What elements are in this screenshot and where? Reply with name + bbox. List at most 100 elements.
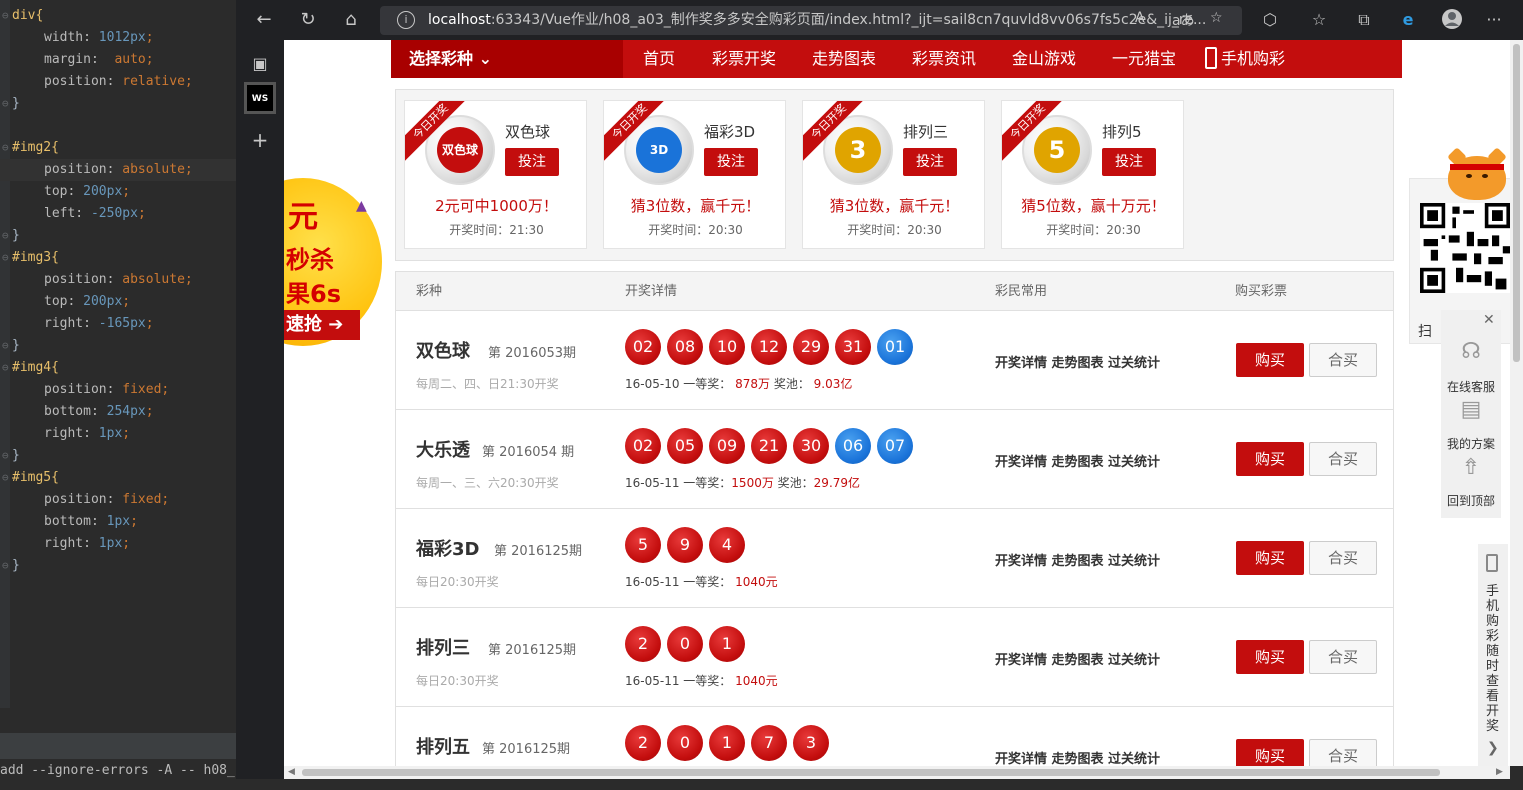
nav-item-home[interactable]: 首页 [643, 40, 675, 78]
code-line[interactable]: position: fixed; [0, 379, 236, 401]
joint-buy-button[interactable]: 合买 [1309, 541, 1377, 575]
code-editor[interactable]: ⊖ div{width: 1012px; margin: auto; position… [0, 0, 236, 790]
fold-icon[interactable]: ⊖ [2, 335, 9, 357]
code-line[interactable]: right: 1px; [0, 533, 236, 555]
code-line[interactable]: position: absolute; [0, 159, 236, 181]
lottery-card[interactable]: 3D 今日开奖 福彩3D 投注 猜3位数，赢千元！ 开奖时间：20:30 [603, 100, 786, 249]
code-line[interactable]: ⊖} [0, 555, 236, 577]
quick-links[interactable]: 开奖详情 走势图表 过关统计 [995, 451, 1160, 470]
collections-icon[interactable]: ⧉ [1352, 8, 1376, 32]
nav-item-news[interactable]: 彩票资讯 [912, 40, 976, 78]
fold-icon[interactable]: ⊖ [2, 93, 9, 115]
bet-button[interactable]: 投注 [1102, 148, 1156, 176]
address-bar[interactable]: localhost:63343/Vue作业/h08_a03_制作奖多多安全购彩页… [380, 6, 1242, 35]
buy-button[interactable]: 购买 [1236, 343, 1304, 377]
scroll-right-icon[interactable]: ▶ [1496, 766, 1503, 779]
code-line[interactable]: position: absolute; [0, 269, 236, 291]
fold-icon[interactable]: ⊖ [2, 137, 9, 159]
code-line[interactable]: position: fixed; [0, 489, 236, 511]
code-line[interactable]: ⊖ #img3{ [0, 247, 236, 269]
fold-icon[interactable]: ⊖ [2, 357, 9, 379]
service-back-to-top[interactable]: 回到顶部 [1441, 492, 1501, 509]
joint-buy-button[interactable]: 合买 [1309, 442, 1377, 476]
horizontal-scroll-thumb[interactable] [302, 769, 1440, 776]
quick-links[interactable]: 开奖详情 走势图表 过关统计 [995, 550, 1160, 569]
lottery-card[interactable]: 5 今日开奖 排列5 投注 猜5位数，赢十万元！ 开奖时间：20:30 [1001, 100, 1184, 249]
fold-icon[interactable]: ⊖ [2, 247, 9, 269]
webstorm-tab-icon[interactable]: WS [244, 82, 276, 114]
profile-icon[interactable] [1440, 8, 1464, 32]
quick-links[interactable]: 开奖详情 走势图表 过关统计 [995, 352, 1160, 371]
fold-icon[interactable]: ⊖ [2, 5, 9, 27]
promo-cta[interactable]: 速抢 ➔ [284, 310, 360, 340]
horizontal-scrollbar[interactable]: ◀ ▶ [284, 766, 1510, 779]
fold-icon[interactable]: ⊖ [2, 445, 9, 467]
new-tab-icon[interactable]: + [246, 126, 274, 154]
vertical-scroll-thumb[interactable] [1513, 44, 1520, 362]
home-icon[interactable]: ⌂ [337, 6, 365, 34]
quick-links[interactable]: 开奖详情 走势图表 过关统计 [995, 748, 1160, 766]
code-line[interactable]: width: 1012px; [0, 27, 236, 49]
code-line[interactable]: position: relative; [0, 71, 236, 93]
nav-item-trends[interactable]: 走势图表 [812, 40, 876, 78]
site-info-icon[interactable]: i [397, 11, 415, 29]
joint-buy-button[interactable]: 合买 [1309, 343, 1377, 377]
joint-buy-button[interactable]: 合买 [1309, 739, 1377, 766]
code-line[interactable]: ⊖ #img2{ [0, 137, 236, 159]
buy-button[interactable]: 购买 [1236, 640, 1304, 674]
back-icon[interactable]: ← [250, 6, 278, 34]
favorite-add-icon[interactable]: ☆ [1210, 10, 1223, 26]
bet-button[interactable]: 投注 [903, 148, 957, 176]
code-line[interactable]: ⊖ #img4{ [0, 357, 236, 379]
code-line[interactable]: bottom: 254px; [0, 401, 236, 423]
code-line[interactable]: margin: auto; [0, 49, 236, 71]
terminal-line[interactable]: add --ignore-errors -A -- h08_ [0, 759, 236, 790]
bet-button[interactable]: 投注 [505, 148, 559, 176]
code-line[interactable]: top: 200px; [0, 181, 236, 203]
code-line[interactable]: ⊖ #img5{ [0, 467, 236, 489]
nav-item-mobile[interactable]: 手机购彩 [1205, 40, 1285, 78]
favorites-icon[interactable]: ☆ [1307, 8, 1331, 32]
code-line[interactable]: right: 1px; [0, 423, 236, 445]
fold-icon[interactable]: ⊖ [2, 555, 9, 577]
buy-button[interactable]: 购买 [1236, 739, 1304, 766]
extensions-icon[interactable]: ⬡ [1258, 8, 1282, 32]
read-aloud-icon[interactable]: A [1135, 10, 1145, 26]
quick-links[interactable]: 开奖详情 走势图表 过关统计 [995, 649, 1160, 668]
more-menu-icon[interactable]: ··· [1482, 8, 1506, 32]
buy-button[interactable]: 购买 [1236, 442, 1304, 476]
service-online[interactable]: 在线客服 [1441, 378, 1501, 395]
nav-item-games[interactable]: 金山游戏 [1012, 40, 1076, 78]
nav-item-draws[interactable]: 彩票开奖 [712, 40, 776, 78]
edge-icon[interactable]: e [1396, 8, 1420, 32]
nav-item-treasure[interactable]: 一元猎宝 [1112, 40, 1176, 78]
tabs-icon[interactable]: ▣ [246, 50, 274, 78]
lottery-card[interactable]: 3 今日开奖 排列三 投注 猜3位数，赢千元！ 开奖时间：20:30 [802, 100, 985, 249]
vertical-scrollbar[interactable] [1510, 40, 1523, 766]
code-line[interactable]: bottom: 1px; [0, 511, 236, 533]
code-line[interactable] [0, 115, 236, 137]
code-line[interactable]: ⊖} [0, 445, 236, 467]
code-line[interactable]: left: -250px; [0, 203, 236, 225]
code-line[interactable]: ⊖} [0, 93, 236, 115]
joint-buy-button[interactable]: 合买 [1309, 640, 1377, 674]
code-line[interactable]: right: -165px; [0, 313, 236, 335]
promo-ad-left[interactable]: 元 秒杀 果6s 速抢 ➔ ▲ [284, 178, 382, 346]
mobile-lottery-tab[interactable]: 手机购彩随时查看开奖 ❯ [1478, 544, 1508, 766]
translate-icon[interactable]: aあ [1172, 10, 1195, 30]
code-line[interactable]: top: 200px; [0, 291, 236, 313]
lottery-card[interactable]: 双色球 今日开奖 双色球 投注 2元可中1000万！ 开奖时间：21:30 [404, 100, 587, 249]
close-icon[interactable]: ✕ [1483, 312, 1495, 328]
bet-button[interactable]: 投注 [704, 148, 758, 176]
code-line[interactable]: ⊖} [0, 335, 236, 357]
refresh-icon[interactable]: ↻ [294, 6, 322, 34]
lottery-select[interactable]: 选择彩种 ⌄ [391, 40, 623, 78]
fold-icon[interactable]: ⊖ [2, 467, 9, 489]
lottery-card-name: 福彩3D [704, 123, 756, 141]
code-line[interactable]: ⊖ div{ [0, 5, 236, 27]
fold-icon[interactable]: ⊖ [2, 225, 9, 247]
scroll-left-icon[interactable]: ◀ [288, 766, 295, 779]
service-my-plans[interactable]: 我的方案 [1441, 435, 1501, 452]
buy-button[interactable]: 购买 [1236, 541, 1304, 575]
code-line[interactable]: ⊖} [0, 225, 236, 247]
